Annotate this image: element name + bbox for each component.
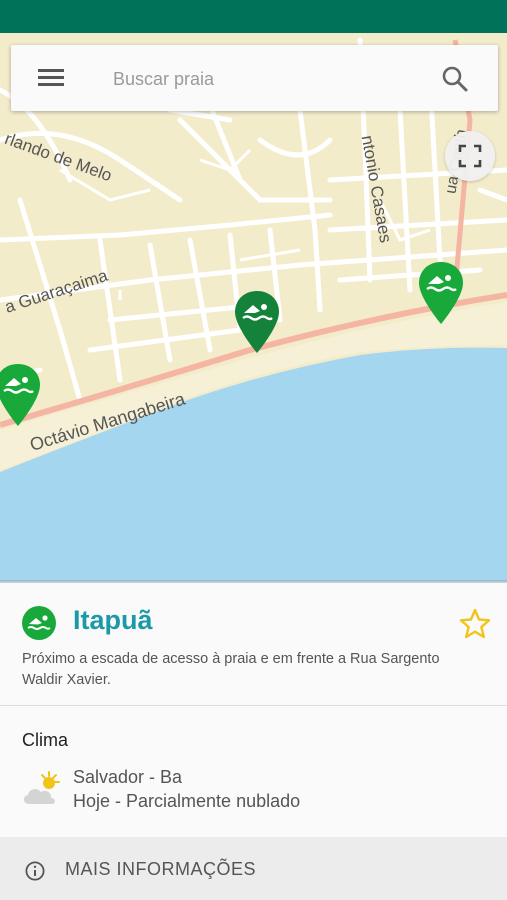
weather-city: Salvador - Ba [73, 767, 183, 787]
weather-heading: Clima [22, 730, 69, 750]
search-bar [11, 45, 498, 111]
status-bar [0, 0, 507, 33]
star-outline-icon[interactable] [458, 607, 492, 641]
search-icon[interactable] [441, 65, 469, 93]
menu-icon[interactable] [38, 69, 64, 87]
beach-marker[interactable] [417, 260, 465, 326]
more-info-button[interactable]: MAIS INFORMAÇÕES [0, 837, 507, 900]
beach-description: Próximo a escada de acesso à praia e em … [22, 651, 440, 688]
more-info-label: MAIS INFORMAÇÕES [65, 859, 257, 879]
beach-title: Itapuã [73, 605, 153, 635]
fullscreen-icon [458, 144, 482, 168]
search-input[interactable] [111, 61, 415, 97]
section-divider [0, 705, 507, 706]
beach-marker[interactable] [0, 362, 42, 428]
weather-forecast: Hoje - Parcialmente nublado [73, 791, 301, 811]
swimmer-icon [22, 606, 56, 640]
info-icon [25, 861, 45, 881]
beach-marker[interactable] [233, 289, 281, 355]
partly-cloudy-icon [21, 770, 63, 808]
fullscreen-button[interactable] [445, 131, 495, 181]
